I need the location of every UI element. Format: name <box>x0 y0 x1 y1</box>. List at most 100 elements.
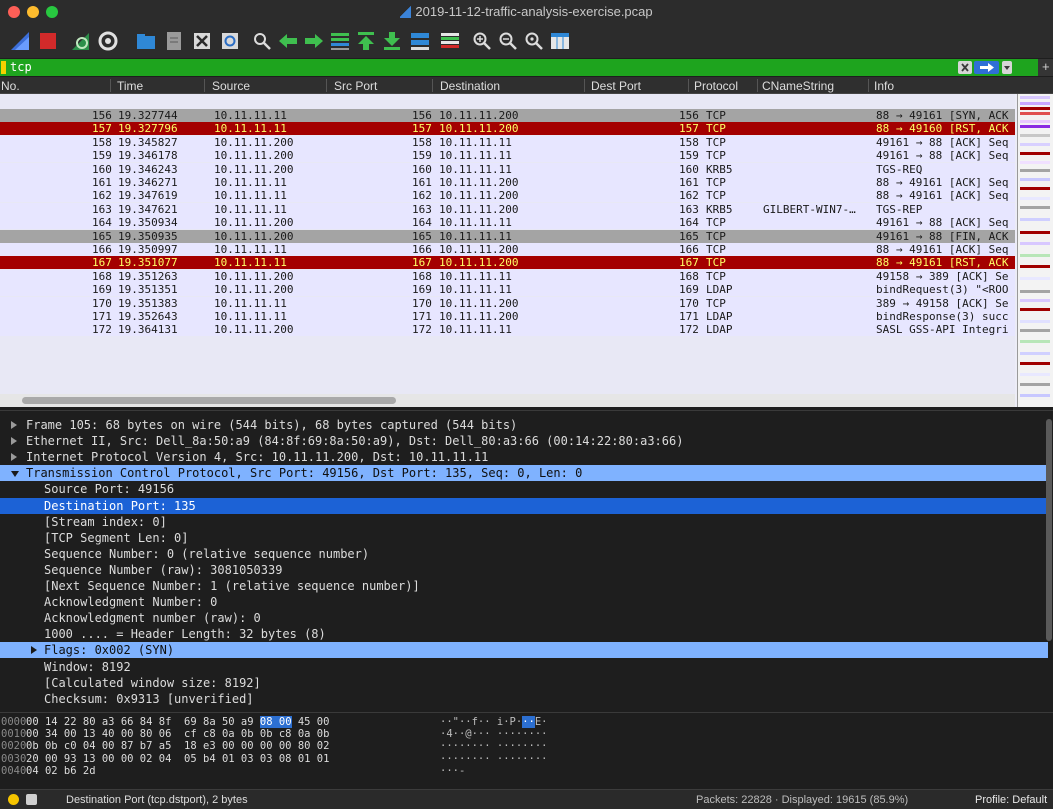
collapsed-triangle-icon[interactable] <box>31 646 37 655</box>
packet-minimap[interactable] <box>1017 94 1053 407</box>
zoom-normal-icon[interactable] <box>522 29 546 53</box>
hex-row[interactable]: 0030 20 00 93 13 00 00 02 04 05 b4 01 03 … <box>0 753 1053 765</box>
packet-proto-index-cell: 170 <box>679 296 699 310</box>
packet-row[interactable]: 168 19.351263 10.11.11.200 168 10.11.11.11 16… <box>0 269 1015 283</box>
hex-row[interactable]: 0010 00 34 00 13 40 00 80 06 cf c8 0a 0b … <box>0 728 1053 740</box>
detail-tree-item[interactable]: Window: 8192 <box>0 659 1048 675</box>
restart-capture-icon[interactable] <box>68 29 92 53</box>
detail-tree-item[interactable]: Flags: 0x002 (SYN) <box>0 642 1048 659</box>
shark-fin-start-icon[interactable] <box>8 29 32 53</box>
packet-dest-index-cell: 160 <box>412 162 432 176</box>
column-source[interactable]: Source <box>212 79 250 93</box>
save-file-icon[interactable] <box>162 29 186 53</box>
packet-row[interactable]: 163 19.347621 10.11.11.11 163 10.11.11.200 16… <box>0 202 1015 216</box>
packet-row[interactable]: 157 19.327796 10.11.11.11 157 10.11.11.200 15… <box>0 122 1015 136</box>
column-info[interactable]: Info <box>874 79 894 93</box>
detail-tree-item[interactable]: [Next Sequence Number: 1 (relative seque… <box>0 578 1048 594</box>
packet-row[interactable]: 158 19.345827 10.11.11.200 158 10.11.11.11 15… <box>0 135 1015 149</box>
capture-comment-icon[interactable] <box>26 794 37 805</box>
detail-tree-item[interactable]: [Stream index: 0] <box>0 514 1048 530</box>
column-cnamestring[interactable]: CNameString <box>762 79 834 93</box>
colorize-icon[interactable] <box>438 29 462 53</box>
detail-tree-item[interactable]: Acknowledgment Number: 0 <box>0 594 1048 610</box>
detail-tree-item[interactable]: Sequence Number: 0 (relative sequence nu… <box>0 546 1048 562</box>
column-no[interactable]: No. <box>1 79 20 93</box>
filter-bookmark-icon[interactable] <box>1 61 6 74</box>
expert-info-indicator-icon[interactable] <box>8 794 19 805</box>
collapsed-triangle-icon[interactable] <box>11 437 17 446</box>
add-filter-button[interactable]: + <box>1042 59 1050 74</box>
detail-tree-item[interactable]: [Calculated window size: 8192] <box>0 675 1048 691</box>
filter-history-dropdown-icon[interactable] <box>1002 61 1012 74</box>
detail-tree-item[interactable]: Internet Protocol Version 4, Src: 10.11.… <box>0 449 1048 465</box>
packet-row[interactable]: 156 19.327744 10.11.11.11 156 10.11.11.200 15… <box>0 109 1015 122</box>
packet-row[interactable]: 172 19.364131 10.11.11.200 172 10.11.11.11 17… <box>0 323 1015 337</box>
packet-row[interactable]: 170 19.351383 10.11.11.11 170 10.11.11.200 17… <box>0 296 1015 310</box>
packet-source-cell: 10.11.11.11 <box>214 176 287 189</box>
packet-destination-cell: 10.11.11.200 <box>439 109 519 122</box>
packet-dest-index-cell: 158 <box>412 135 432 149</box>
hex-bytes-text: 04 02 b6 2d <box>26 764 96 777</box>
detail-tree-item[interactable]: Destination Port: 135 <box>0 497 1048 514</box>
find-packet-icon[interactable] <box>250 29 274 53</box>
packet-proto-index-cell: 166 <box>679 243 699 256</box>
detail-tree-item[interactable]: Ethernet II, Src: Dell_8a:50:a9 (84:8f:6… <box>0 433 1048 449</box>
detail-tree-item[interactable]: Sequence Number (raw): 3081050339 <box>0 562 1048 578</box>
details-vscroll-thumb[interactable] <box>1046 419 1052 641</box>
packet-row[interactable]: 161 19.346271 10.11.11.11 161 10.11.11.200 16… <box>0 176 1015 189</box>
detail-tree-item[interactable]: Transmission Control Protocol, Src Port:… <box>0 465 1048 482</box>
expanded-triangle-icon[interactable] <box>11 471 19 478</box>
hex-row[interactable]: 0020 0b 0b c0 04 00 87 b7 a5 18 e3 00 00 … <box>0 740 1053 752</box>
packet-destination-cell: 10.11.11.200 <box>439 176 519 189</box>
packet-row[interactable]: 159 19.346178 10.11.11.200 159 10.11.11.11 15… <box>0 149 1015 163</box>
packet-row[interactable]: 169 19.351351 10.11.11.200 169 10.11.11.11 16… <box>0 283 1015 297</box>
go-first-icon[interactable] <box>354 29 378 53</box>
zoom-out-icon[interactable] <box>496 29 520 53</box>
column-dest-port[interactable]: Dest Port <box>591 79 641 93</box>
detail-tree-item[interactable]: Checksum: 0x9313 [unverified] <box>0 691 1048 707</box>
detail-tree-item[interactable]: Frame 105: 68 bytes on wire (544 bits), … <box>0 417 1048 433</box>
go-to-packet-icon[interactable] <box>328 29 352 53</box>
detail-tree-item[interactable]: [TCP Segment Len: 0] <box>0 530 1048 546</box>
close-file-icon[interactable] <box>190 29 214 53</box>
detail-tree-item[interactable]: Source Port: 49156 <box>0 481 1048 497</box>
go-last-icon[interactable] <box>380 29 404 53</box>
packet-row[interactable]: 162 19.347619 10.11.11.11 162 10.11.11.200 16… <box>0 189 1015 203</box>
column-src-port[interactable]: Src Port <box>334 79 377 93</box>
packet-row[interactable]: 160 19.346243 10.11.11.200 160 10.11.11.11 16… <box>0 162 1015 176</box>
collapsed-triangle-icon[interactable] <box>11 453 17 462</box>
packet-row[interactable]: 164 19.350934 10.11.11.200 164 10.11.11.11 16… <box>0 216 1015 230</box>
packet-row[interactable]: 171 19.352643 10.11.11.11 171 10.11.11.200 17… <box>0 310 1015 323</box>
packet-row[interactable]: 165 19.350935 10.11.11.200 165 10.11.11.11 16… <box>0 229 1015 243</box>
packet-protocol-cell: TCP <box>706 256 726 270</box>
collapsed-triangle-icon[interactable] <box>11 421 17 429</box>
hex-offset: 0000 <box>1 716 27 728</box>
clear-filter-icon[interactable] <box>958 61 972 74</box>
hex-row[interactable]: 0000 00 14 22 80 a3 66 84 8f 69 8a 50 a9 … <box>0 716 1053 728</box>
packet-row[interactable]: 166 19.350997 10.11.11.11 166 10.11.11.200 16… <box>0 243 1015 256</box>
detail-tree-item[interactable]: 1000 .... = Header Length: 32 bytes (8) <box>0 626 1048 642</box>
stop-square-icon[interactable] <box>36 29 60 53</box>
packet-list-hscrollbar[interactable] <box>0 394 1015 407</box>
column-protocol[interactable]: Protocol <box>694 79 738 93</box>
packet-info-cell: SASL GSS-API Integri <box>876 323 1009 337</box>
open-folder-icon[interactable] <box>134 29 158 53</box>
zoom-in-icon[interactable] <box>470 29 494 53</box>
apply-filter-icon[interactable] <box>974 61 999 74</box>
packet-list-hscroll-thumb[interactable] <box>22 397 396 404</box>
display-filter-input[interactable]: tcp <box>0 59 1038 76</box>
resize-columns-icon[interactable] <box>548 29 572 53</box>
column-destination[interactable]: Destination <box>440 79 500 93</box>
packet-info-cell: 88 → 49161 [ACK] Seq <box>876 189 1009 203</box>
packet-row[interactable]: 167 19.351077 10.11.11.11 167 10.11.11.200 16… <box>0 256 1015 270</box>
detail-tree-item[interactable]: Acknowledgment number (raw): 0 <box>0 610 1048 626</box>
auto-scroll-icon[interactable] <box>408 29 432 53</box>
capture-options-gear-icon[interactable] <box>96 29 120 53</box>
hex-row[interactable]: 0040 04 02 b6 2d ···- <box>0 765 1053 777</box>
go-back-icon[interactable] <box>276 29 300 53</box>
go-forward-icon[interactable] <box>302 29 326 53</box>
packet-destination-cell: 10.11.11.11 <box>439 135 512 149</box>
column-time[interactable]: Time <box>117 79 143 93</box>
reload-file-icon[interactable] <box>218 29 242 53</box>
status-profile[interactable]: Profile: Default <box>975 794 1047 806</box>
